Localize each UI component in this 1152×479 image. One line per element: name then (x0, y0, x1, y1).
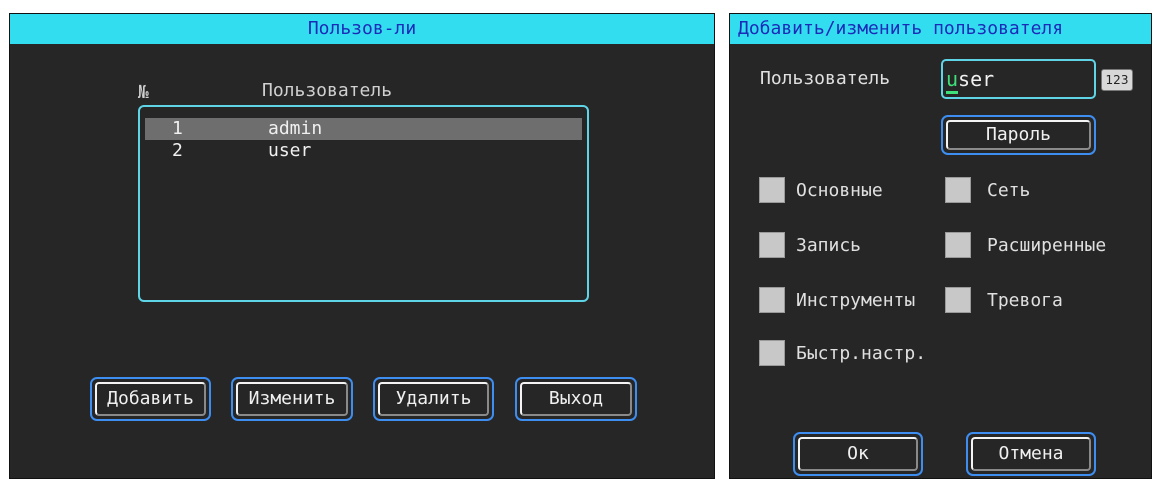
user-name-input[interactable]: user (941, 59, 1096, 99)
user-field-label: Пользователь (760, 68, 891, 89)
ok-button-label: Ок (798, 437, 918, 471)
checkbox-tools-label: Инструменты (796, 290, 916, 311)
add-button-label: Добавить (95, 382, 206, 416)
cancel-button-label: Отмена (971, 437, 1091, 471)
checkbox-advanced[interactable] (945, 232, 971, 258)
checkbox-tools[interactable] (759, 287, 785, 313)
delete-button-label: Удалить (378, 382, 489, 416)
checkbox-network[interactable] (945, 177, 971, 203)
column-number-header: № (138, 82, 149, 103)
checkbox-alarm[interactable] (945, 287, 971, 313)
users-panel: Пользов-ли № Пользователь 1 admin 2 user… (9, 13, 715, 479)
user-name-value: ser (958, 67, 995, 91)
list-item[interactable]: 1 admin (145, 118, 582, 140)
checkbox-basic-label: Основные (796, 180, 883, 201)
checkbox-record[interactable] (759, 232, 785, 258)
exit-button-label: Выход (520, 382, 632, 416)
ok-button[interactable]: Ок (793, 432, 923, 476)
add-button[interactable]: Добавить (90, 377, 211, 421)
user-number: 2 (172, 140, 183, 161)
checkbox-quick-setup-label: Быстр.настр. (796, 343, 927, 364)
edit-user-panel-title: Добавить/изменить пользователя (730, 14, 1151, 44)
users-panel-title: Пользов-ли (10, 14, 714, 44)
list-item[interactable]: 2 user (145, 140, 582, 162)
edit-button[interactable]: Изменить (231, 377, 353, 421)
delete-button[interactable]: Удалить (373, 377, 494, 421)
password-button[interactable]: Пароль (941, 115, 1096, 155)
exit-button[interactable]: Выход (515, 377, 637, 421)
cancel-button[interactable]: Отмена (966, 432, 1096, 476)
checkbox-quick-setup[interactable] (759, 340, 785, 366)
password-button-label: Пароль (946, 120, 1091, 150)
user-number: 1 (172, 118, 183, 139)
checkbox-basic[interactable] (759, 177, 785, 203)
edit-user-panel: Добавить/изменить пользователя Пользоват… (729, 13, 1152, 479)
user-list[interactable]: 1 admin 2 user (138, 105, 589, 302)
text-caret: u (946, 67, 959, 94)
user-name: user (268, 140, 312, 161)
checkbox-alarm-label: Тревога (987, 290, 1063, 311)
edit-button-label: Изменить (236, 382, 348, 416)
column-user-header: Пользователь (262, 80, 393, 101)
user-name: admin (268, 118, 323, 139)
checkbox-record-label: Запись (796, 235, 862, 256)
checkbox-network-label: Сеть (987, 180, 1031, 201)
keyboard-123-button[interactable]: 123 (1101, 69, 1133, 91)
checkbox-advanced-label: Расширенные (987, 235, 1107, 256)
